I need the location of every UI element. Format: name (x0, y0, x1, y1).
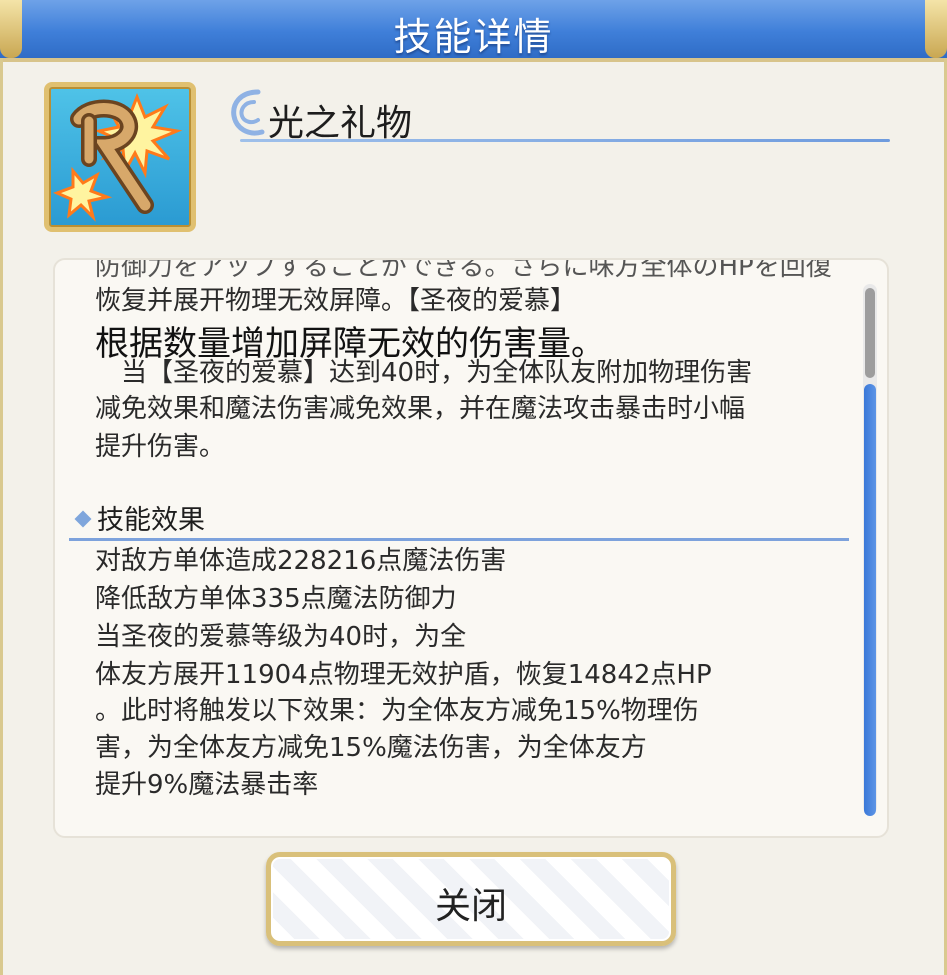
skill-rune-icon (44, 82, 196, 232)
scrollbar-thumb[interactable] (864, 384, 876, 816)
description-line: 当【圣夜的爱慕】达到40时，为全体队友附加物理伤害 (95, 358, 753, 388)
swirl-ornament-icon (231, 89, 265, 136)
effect-line: 体友方展开11904点物理无效护盾，恢复14842点HP (95, 660, 712, 690)
close-button[interactable]: 关闭 (266, 852, 676, 946)
effects-heading-label: 技能效果 (97, 505, 205, 536)
close-button-label: 关闭 (434, 886, 507, 927)
effect-line: 提升9%魔法暴击率 (95, 770, 319, 800)
effect-line: 。此时将触发以下效果：为全体友方减免15%物理伤 (95, 696, 699, 726)
effect-line: 当圣夜的爱慕等级为40时，为全 (95, 622, 467, 652)
window-title: 技能详情 (393, 15, 554, 59)
diamond-bullet-icon (74, 510, 92, 527)
effect-line: 降低敌方单体335点魔法防御力 (95, 584, 457, 614)
effect-line: 害，为全体友方减免15%魔法伤害，为全体友方 (95, 733, 647, 763)
title-bar: 技能详情 (0, 0, 947, 62)
effect-line: 对敌方单体造成228216点魔法伤害 (95, 546, 507, 576)
effects-heading: 技能效果 (74, 498, 205, 537)
description-line: 恢复并展开物理无效屏障。【圣夜的爱慕】 (95, 286, 577, 316)
scrollbar-top-segment (865, 288, 875, 378)
corner-ornament-right (925, 0, 947, 58)
description-line: 减免效果和魔法伤害减免效果，并在魔法攻击暴击时小幅 (95, 394, 746, 424)
scrollbar-track[interactable] (863, 284, 877, 816)
skill-name-header: 光之礼物 (228, 84, 890, 150)
skill-detail-panel[interactable]: 防御力をアップすることができる。さらに味方全体のHPを回復 恢复并展开物理无效屏… (53, 258, 889, 838)
description-line: 提升伤害。 (95, 432, 226, 462)
skill-name-underline (240, 139, 890, 142)
